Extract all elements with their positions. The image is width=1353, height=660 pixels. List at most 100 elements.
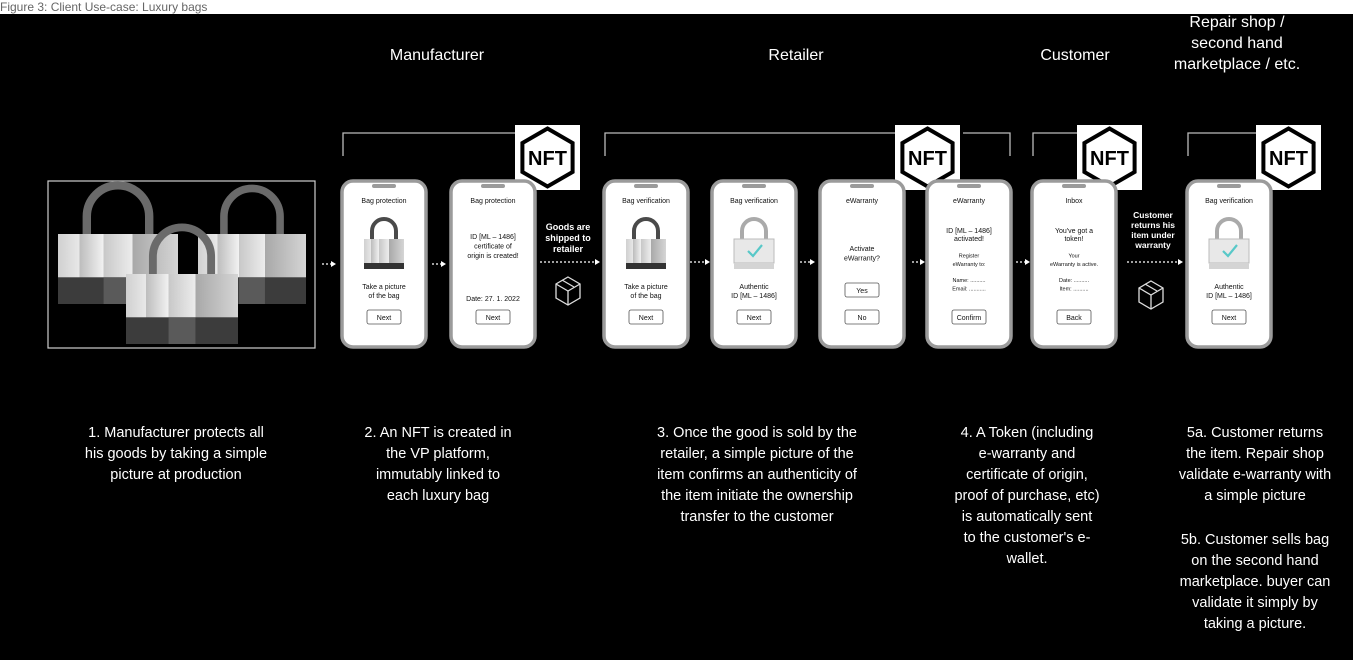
step-description-line: item confirms an authenticity of <box>657 467 858 483</box>
transition-returns-line4: warranty <box>1134 240 1171 250</box>
step-description-line: proof of purchase, etc) <box>954 488 1099 504</box>
phone-button-label: Yes <box>856 288 868 295</box>
bracket-retailer-end <box>963 132 1011 156</box>
phone-text-line: Activate <box>850 246 875 253</box>
phone-text-line: ID [ML – 1486] <box>1206 293 1252 300</box>
phone-screen: Bag verification Take a picture of the bag… <box>602 179 690 349</box>
phone-title: eWarranty <box>953 198 986 205</box>
step-description-line: validate e-warranty with <box>1179 467 1331 483</box>
phone-screen: eWarranty ID [ML – 1486]activated! Registe… <box>925 179 1013 349</box>
phone-text-line: eWarranty to: <box>953 262 986 268</box>
step-description-line: e-warranty and <box>979 446 1076 462</box>
phone-button[interactable]: Next <box>366 309 402 325</box>
stage-repair-line1: Repair shop / <box>1189 14 1285 31</box>
bracket-retailer <box>604 132 895 156</box>
step-description: 2. An NFT is created in the VP platform, i… <box>364 425 511 504</box>
phone-text-line: Authentic <box>1214 284 1244 291</box>
bracket-customer <box>1032 132 1077 156</box>
phone-screen: Bag protection Take a picture of the bag Ne… <box>340 179 428 349</box>
figure-caption: Figure 3: Client Use-case: Luxury bags <box>0 0 208 14</box>
flow-arrow <box>912 259 925 265</box>
step-description: 3. Once the good is sold by the retailer,… <box>657 425 858 525</box>
phone-button-label: Next <box>747 315 761 322</box>
phone-title: eWarranty <box>846 198 879 205</box>
phone-text-line: ID [ML – 1486] <box>946 228 992 235</box>
figure-stage: Figure 3: Client Use-case: Luxury bags M… <box>0 0 1353 660</box>
phone-title: Bag verification <box>1205 198 1253 205</box>
nft-badge-label: NFT <box>528 148 567 170</box>
phone-text-line: Name: .......... <box>952 278 985 284</box>
phone-title: Bag protection <box>361 198 406 205</box>
phone-button[interactable]: Confirm <box>951 309 987 325</box>
step-description-line: 1. Manufacturer protects all <box>88 425 264 441</box>
phone-title: Inbox <box>1065 198 1083 205</box>
nft-badge-label: NFT <box>1090 148 1129 170</box>
phone-text-line: origin is created! <box>467 253 518 260</box>
phone-text-line: Take a picture <box>362 284 406 291</box>
phone-button-label: Next <box>486 315 500 322</box>
step-description-line: taking a picture. <box>1204 616 1306 632</box>
phone-button[interactable]: No <box>844 309 880 325</box>
diagram-svg: Manufacturer Retailer Customer Repair sh… <box>47 14 1331 632</box>
phone-text-line: Register <box>959 254 980 260</box>
phone-text-line: Item: .......... <box>1059 286 1089 292</box>
phone-button-label: Back <box>1066 315 1082 322</box>
step-description-line: the item. Repair shop <box>1186 446 1324 462</box>
flow-arrow <box>1016 259 1030 265</box>
step-description-line: validate it simply by <box>1192 595 1318 611</box>
step-description: 4. A Token (including e-warranty and certi… <box>954 425 1099 567</box>
step-description-line: his goods by taking a simple <box>85 446 267 462</box>
phone-button-label: Next <box>639 315 653 322</box>
step-description-line: 3. Once the good is sold by the <box>657 425 857 441</box>
step-description-line: immutably linked to <box>376 467 500 483</box>
nft-badge-label: NFT <box>1269 148 1308 170</box>
phone-button[interactable]: Next <box>628 309 664 325</box>
step-description-line: transfer to the customer <box>680 509 833 525</box>
step-description-line: is automatically sent <box>962 509 1093 525</box>
step-description-line: 4. A Token (including <box>961 425 1094 441</box>
step-description-line: 5a. Customer returns <box>1187 425 1323 441</box>
step-descriptions: 1. Manufacturer protects all his goods by… <box>85 425 1331 632</box>
package-icon <box>1138 280 1164 310</box>
phone-text-line: token! <box>1064 236 1083 243</box>
step-description: 5a. Customer returns the item. Repair sho… <box>1179 425 1331 504</box>
phone-button[interactable]: Next <box>736 309 772 325</box>
stage-customer: Customer <box>1040 47 1110 64</box>
phone-screen: eWarranty Activate eWarranty? Yes No <box>818 179 906 349</box>
phone-text-line: You've got a <box>1055 228 1093 235</box>
phone-text-line: of the bag <box>630 293 661 300</box>
flow-arrow <box>1127 259 1183 265</box>
phone-button[interactable]: Yes <box>844 282 880 298</box>
step-description-line: the item initiate the ownership <box>661 488 853 504</box>
phone-text-line: ID [ML – 1486] <box>470 234 516 241</box>
flow-arrow <box>322 261 336 267</box>
step-description-line: a simple picture <box>1204 488 1306 504</box>
phone-text-line: certificate of <box>474 244 512 251</box>
step-description: 5b. Customer sells bag on the second hand… <box>1180 532 1331 632</box>
phone-screen: Inbox You've got atoken! Your eWarranty is … <box>1030 179 1118 349</box>
step-description-line: to the customer's e- <box>964 530 1091 546</box>
phone-button[interactable]: Next <box>1211 309 1247 325</box>
phone-text-line: Date: .......... <box>1059 278 1089 284</box>
flow-arrow <box>800 259 815 265</box>
phone-text-line: eWarranty is active. <box>1050 262 1099 268</box>
bracket-repair <box>1187 132 1256 156</box>
transition-shipped-line2: shipped to <box>545 233 591 243</box>
phone-text-line: Date: 27. 1. 2022 <box>466 296 520 303</box>
transition-shipped-line3: retailer <box>553 244 584 254</box>
step-description-line: retailer, a simple picture of the <box>660 446 853 462</box>
stage-repair-line3: marketplace / etc. <box>1174 56 1300 73</box>
step-description-line: the VP platform, <box>386 446 490 462</box>
step-description-line: certificate of origin, <box>966 467 1088 483</box>
phone-button[interactable]: Back <box>1056 309 1092 325</box>
phone-text-line: Take a picture <box>624 284 668 291</box>
nft-badge-icon: NFT <box>1256 125 1321 190</box>
phone-text-line: Your <box>1068 254 1079 260</box>
phone-button[interactable]: Next <box>475 309 511 325</box>
package-icon <box>555 276 581 306</box>
step-description-line: 5b. Customer sells bag <box>1181 532 1329 548</box>
step-description-line: picture at production <box>110 467 241 483</box>
phone-text-line: eWarranty? <box>844 256 880 263</box>
step-description: 1. Manufacturer protects all his goods by… <box>85 425 267 483</box>
phone-button-label: No <box>858 315 867 322</box>
